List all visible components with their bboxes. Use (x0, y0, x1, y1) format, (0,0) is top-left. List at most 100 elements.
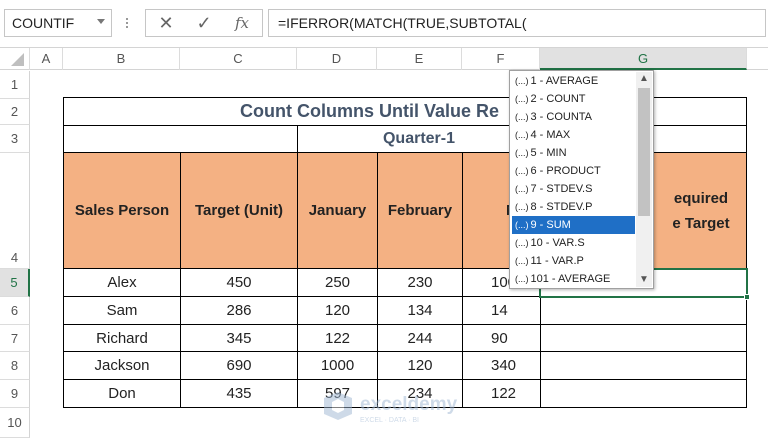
dropdown-item[interactable]: (...) 2 - COUNT (512, 90, 635, 108)
fill-handle[interactable] (744, 294, 750, 300)
scroll-up-icon[interactable]: ▲ (636, 72, 652, 86)
column-headers: A B C D E F G (0, 48, 768, 70)
cell-required[interactable] (540, 351, 747, 380)
row-header-10[interactable]: 10 (0, 408, 30, 438)
scroll-thumb[interactable] (638, 88, 650, 216)
function-arg-icon: (...) (515, 256, 529, 266)
cell-jan[interactable]: 1000 (297, 351, 378, 380)
name-box-value: COUNTIF (12, 15, 75, 31)
row-header-8[interactable]: 8 (0, 352, 30, 380)
dropdown-item[interactable]: (...) 3 - COUNTA (512, 108, 635, 126)
cell-feb[interactable]: 244 (377, 324, 463, 352)
function-argument-dropdown[interactable]: (...) 1 - AVERAGE (...) 2 - COUNT (...) 3 - C… (509, 70, 654, 289)
cell-jan[interactable]: 250 (297, 268, 378, 297)
function-arg-icon: (...) (515, 112, 529, 122)
function-arg-icon: (...) (515, 202, 529, 212)
dropdown-item[interactable]: (...) 5 - MIN (512, 144, 635, 162)
dropdown-item[interactable]: (...) 11 - VAR.P (512, 252, 635, 270)
cell-feb[interactable]: 120 (377, 351, 463, 380)
cell-name[interactable]: Sam (63, 296, 181, 325)
row-header-1[interactable]: 1 (0, 71, 30, 99)
cell-name[interactable]: Don (63, 379, 181, 408)
dropdown-item[interactable]: (...) 4 - MAX (512, 126, 635, 144)
column-header-b[interactable]: B (63, 48, 180, 70)
function-arg-icon: (...) (515, 238, 529, 248)
header-target: Target (Unit) (180, 152, 298, 269)
cell-name[interactable]: Richard (63, 324, 181, 352)
name-box[interactable]: COUNTIF (4, 9, 112, 37)
chevron-down-icon[interactable] (97, 19, 105, 24)
cell-mar[interactable]: 122 (462, 379, 541, 408)
select-all-corner[interactable] (0, 48, 30, 70)
quarter-header: Quarter-1 (297, 125, 541, 153)
dropdown-item-label: 7 - STDEV.S (530, 183, 593, 195)
row-header-4[interactable]: 4 (0, 153, 30, 269)
row-header-6[interactable]: 6 (0, 297, 30, 325)
cell-target[interactable]: 435 (180, 379, 298, 408)
function-arg-icon: (...) (515, 76, 529, 86)
dropdown-item[interactable]: (...) 8 - STDEV.P (512, 198, 635, 216)
cancel-icon[interactable]: ✕ (148, 10, 184, 36)
function-arg-icon: (...) (515, 220, 529, 230)
row-header-2[interactable]: 2 (0, 99, 30, 125)
dropdown-item[interactable]: (...) 10 - VAR.S (512, 234, 635, 252)
dropdown-item[interactable]: (...) 9 - SUM (512, 216, 635, 234)
dropdown-item-label: 9 - SUM (530, 219, 571, 231)
cell-feb[interactable]: 230 (377, 268, 463, 297)
dropdown-item-label: 5 - MIN (530, 147, 567, 159)
cell-target[interactable]: 286 (180, 296, 298, 325)
scroll-down-icon[interactable]: ▼ (636, 273, 652, 287)
cell-name[interactable]: Alex (63, 268, 181, 297)
dropdown-item[interactable]: (...) 7 - STDEV.S (512, 180, 635, 198)
cell-target[interactable]: 450 (180, 268, 298, 297)
cell-jan[interactable]: 122 (297, 324, 378, 352)
formula-input[interactable]: =IFERROR(MATCH(TRUE,SUBTOTAL( (268, 9, 766, 37)
dropdown-item-label: 101 - AVERAGE (530, 273, 611, 285)
cell-target[interactable]: 690 (180, 351, 298, 380)
dropdown-item-label: 8 - STDEV.P (530, 201, 593, 213)
column-header-c[interactable]: C (180, 48, 297, 70)
row-header-3[interactable]: 3 (0, 125, 30, 153)
column-header-a[interactable]: A (30, 48, 63, 70)
formula-bar: COUNTIF ✕ ✓ fx =IFERROR(MATCH(TRUE,SUBTO… (0, 0, 768, 48)
watermark-tagline: EXCEL · DATA · BI (360, 417, 419, 424)
watermark-name: exceldemy (360, 394, 458, 415)
row-header-7[interactable]: 7 (0, 325, 30, 352)
column-header-f[interactable]: F (462, 48, 540, 70)
cell-required[interactable] (540, 379, 747, 408)
enter-icon[interactable]: ✓ (186, 10, 222, 36)
dropdown-item[interactable]: (...) 101 - AVERAGE (512, 270, 635, 288)
row-header-5[interactable]: 5 (0, 269, 30, 297)
cell-required[interactable] (540, 324, 747, 352)
cell-feb[interactable]: 134 (377, 296, 463, 325)
insert-function-icon[interactable]: fx (224, 10, 260, 36)
cell-mar[interactable]: 14 (462, 296, 541, 325)
dropdown-item[interactable]: (...) 6 - PRODUCT (512, 162, 635, 180)
dropdown-item-label: 3 - COUNTA (530, 111, 593, 123)
dropdown-item-label: 11 - VAR.P (530, 255, 584, 267)
function-arg-icon: (...) (515, 94, 529, 104)
header-january: January (297, 152, 378, 269)
row-header-9[interactable]: 9 (0, 380, 30, 408)
cell-mar[interactable]: 340 (462, 351, 541, 380)
dropdown-item-label: 2 - COUNT (530, 93, 586, 105)
blank-header-cell (63, 125, 298, 153)
formula-bar-grip[interactable] (126, 16, 130, 32)
cell-jan[interactable]: 120 (297, 296, 378, 325)
header-february: February (377, 152, 463, 269)
column-header-e[interactable]: E (377, 48, 462, 70)
dropdown-item[interactable]: (...) 1 - AVERAGE (512, 72, 635, 90)
cell-mar[interactable]: 90 (462, 324, 541, 352)
cell-required[interactable] (540, 296, 747, 325)
formula-bar-controls: ✕ ✓ fx (145, 9, 263, 37)
header-sales-person: Sales Person (63, 152, 181, 269)
cell-name[interactable]: Jackson (63, 351, 181, 380)
cell-target[interactable]: 345 (180, 324, 298, 352)
function-arg-icon: (...) (515, 148, 529, 158)
column-header-g[interactable]: G (540, 48, 747, 70)
watermark-logo: exceldemy EXCEL · DATA · BI (318, 390, 468, 426)
function-arg-icon: (...) (515, 166, 529, 176)
column-header-d[interactable]: D (297, 48, 377, 70)
function-arg-icon: (...) (515, 184, 529, 194)
dropdown-scrollbar[interactable]: ▲ ▼ (636, 72, 652, 287)
